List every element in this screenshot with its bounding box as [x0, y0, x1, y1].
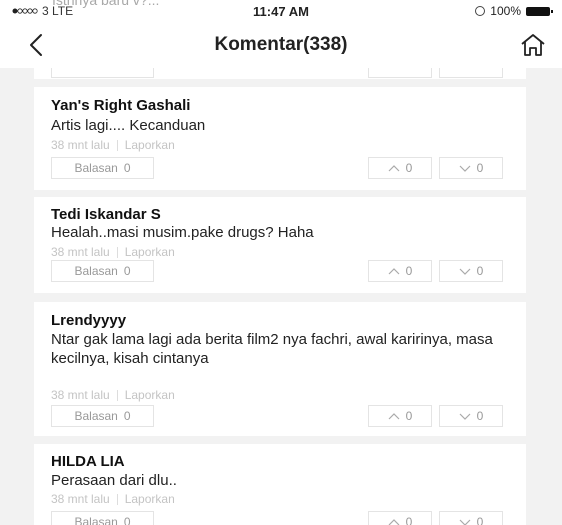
comment-text: Healah..masi musim.pake drugs? Haha [51, 224, 314, 241]
report-link[interactable]: Laporkan [125, 245, 175, 259]
reply-button[interactable]: Balasan 0 [51, 260, 154, 282]
comment-meta: 38 mnt lalu Laporkan [51, 388, 175, 402]
chevron-down-icon [459, 519, 471, 525]
report-link[interactable]: Laporkan [125, 388, 175, 402]
chevron-up-icon [388, 412, 400, 419]
upvote-button[interactable]: 0 [368, 405, 432, 427]
page-title: Komentar(338) [214, 34, 348, 55]
comment-author[interactable]: HILDA LIA [51, 453, 125, 470]
reply-label: Balasan [74, 161, 118, 175]
comment-meta: 38 mnt lalu Laporkan [51, 492, 175, 506]
comment-card: Lrendyyyy Ntar gak lama lagi ada berita … [34, 302, 526, 436]
reply-button[interactable]: Balasan 0 [51, 405, 154, 427]
downvote-button[interactable]: 0 [439, 157, 503, 179]
comment-list[interactable]: Yan's Right Gashali Artis lagi.... Kecan… [0, 68, 562, 525]
upvote-count: 0 [405, 515, 413, 525]
chevron-down-icon [459, 165, 471, 172]
downvote-button[interactable]: 0 [439, 260, 503, 282]
reply-count: 0 [123, 515, 131, 525]
chevron-down-icon [459, 413, 471, 420]
alarm-icon [475, 6, 486, 16]
reply-button[interactable] [51, 68, 154, 78]
comment-author[interactable]: Tedi Iskandar S [51, 206, 161, 223]
downvote-count: 0 [476, 264, 484, 278]
comment-card: Tedi Iskandar S Healah..masi musim.pake … [34, 197, 526, 293]
comment-card-partial [34, 68, 526, 79]
battery-icon [526, 6, 553, 16]
home-icon [521, 34, 545, 56]
comment-text: Ntar gak lama lagi ada berita film2 nya … [51, 331, 493, 367]
chevron-up-icon [388, 518, 400, 525]
reply-count: 0 [123, 264, 131, 278]
upvote-button[interactable]: 0 [368, 511, 432, 525]
comment-time: 38 mnt lalu [51, 138, 110, 152]
downvote-count: 0 [476, 409, 484, 423]
meta-divider [116, 494, 118, 506]
reply-label: Balasan [74, 264, 118, 278]
downvote-button[interactable]: 0 [439, 405, 503, 427]
downvote-count: 0 [476, 515, 484, 525]
upvote-button[interactable] [368, 68, 432, 78]
comment-text: Artis lagi.... Kecanduan [51, 117, 206, 134]
comment-text: Perasaan dari dlu.. [51, 472, 177, 489]
meta-divider [116, 140, 118, 152]
home-button[interactable] [520, 32, 546, 58]
reply-button[interactable]: Balasan 0 [51, 157, 154, 179]
comment-author[interactable]: Lrendyyyy [51, 312, 126, 329]
report-link[interactable]: Laporkan [125, 492, 175, 506]
comment-meta: 38 mnt lalu Laporkan [51, 245, 175, 259]
upvote-count: 0 [405, 409, 413, 423]
comment-time: 38 mnt lalu [51, 245, 110, 259]
downvote-button[interactable] [439, 68, 503, 78]
reply-count: 0 [123, 161, 131, 175]
downvote-button[interactable]: 0 [439, 511, 503, 525]
meta-divider [116, 247, 118, 259]
comment-card: HILDA LIA Perasaan dari dlu.. 38 mnt lal… [34, 444, 526, 525]
upvote-button[interactable]: 0 [368, 260, 432, 282]
comment-card: Yan's Right Gashali Artis lagi.... Kecan… [34, 87, 526, 190]
comment-time: 38 mnt lalu [51, 492, 110, 506]
upvote-count: 0 [405, 161, 413, 175]
upvote-count: 0 [405, 264, 413, 278]
chevron-up-icon [388, 267, 400, 274]
reply-label: Balasan [74, 409, 118, 423]
reply-count: 0 [123, 409, 131, 423]
reply-label: Balasan [74, 515, 118, 525]
reply-button[interactable]: Balasan 0 [51, 511, 154, 525]
upvote-button[interactable]: 0 [368, 157, 432, 179]
status-bar: Istrinya baru v?... 3 LTE 11:47 AM 100% [0, 0, 562, 22]
chevron-down-icon [459, 268, 471, 275]
comment-author[interactable]: Yan's Right Gashali [51, 97, 190, 114]
comment-meta: 38 mnt lalu Laporkan [51, 138, 175, 152]
nav-bar: Komentar(338) [0, 22, 562, 68]
comment-time: 38 mnt lalu [51, 388, 110, 402]
battery-group: 100% [475, 4, 553, 18]
downvote-count: 0 [476, 161, 484, 175]
battery-percent: 100% [490, 4, 521, 18]
report-link[interactable]: Laporkan [125, 138, 175, 152]
chevron-up-icon [388, 164, 400, 171]
meta-divider [116, 390, 118, 402]
